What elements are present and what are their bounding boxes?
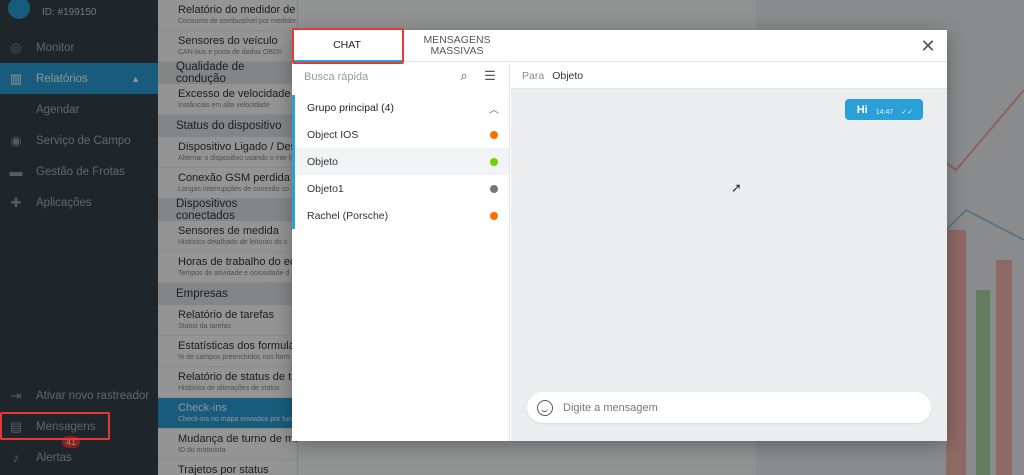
- mouse-cursor-icon: ➚: [731, 180, 742, 195]
- group-label: Grupo principal (4): [307, 102, 394, 114]
- to-value: Objeto: [552, 69, 584, 82]
- search-input[interactable]: Busca rápida: [304, 71, 368, 83]
- status-dot-icon: [490, 211, 498, 220]
- chat-modal: CHAT MENSAGENS MASSIVAS ✕ Busca rápida ⌕…: [292, 30, 947, 441]
- message-time: 14:47: [875, 109, 894, 116]
- object-list-item[interactable]: Objeto: [292, 148, 509, 175]
- message-text: Hi: [856, 104, 868, 116]
- read-check-icon: ✓✓: [901, 109, 913, 116]
- list-icon[interactable]: ☰: [481, 68, 499, 86]
- modal-header: CHAT MENSAGENS MASSIVAS ✕: [292, 30, 947, 62]
- contacts-pane: Busca rápida ⌕ ☰ Grupo principal (4) ︿ O…: [292, 63, 510, 441]
- object-name: Object IOS: [307, 128, 359, 141]
- tab-chat[interactable]: CHAT: [292, 30, 402, 62]
- message-input[interactable]: [563, 401, 903, 414]
- status-dot-icon: [490, 157, 498, 166]
- status-dot-icon: [490, 184, 498, 193]
- emoji-icon[interactable]: [537, 399, 553, 416]
- recipient-bar: Para Objeto: [511, 63, 947, 89]
- tab-mensagens-massivas[interactable]: MENSAGENS MASSIVAS: [402, 30, 512, 62]
- to-label: Para: [522, 69, 545, 82]
- message-bubble: Hi 14:47 ✓✓: [844, 99, 923, 120]
- status-dot-icon: [490, 130, 498, 139]
- group-header[interactable]: Grupo principal (4) ︿: [292, 95, 509, 121]
- object-name: Objeto1: [307, 182, 344, 195]
- close-icon[interactable]: ✕: [917, 35, 939, 57]
- object-list-item[interactable]: Object IOS: [292, 121, 509, 148]
- object-name: Rachel (Porsche): [307, 209, 389, 222]
- conversation-pane: Para Objeto Hi 14:47 ✓✓ ➚: [511, 63, 947, 441]
- object-list-item[interactable]: Objeto1: [292, 175, 509, 202]
- message-composer[interactable]: [527, 392, 931, 423]
- object-list-item[interactable]: Rachel (Porsche): [292, 202, 509, 229]
- object-name: Objeto: [307, 155, 338, 168]
- object-list: Object IOS Objeto Objeto1 Rachel (Porsche): [292, 121, 509, 229]
- search-icon[interactable]: ⌕: [455, 68, 473, 86]
- quick-search[interactable]: Busca rápida ⌕ ☰: [292, 63, 509, 91]
- chevron-up-icon[interactable]: ︿: [489, 101, 499, 116]
